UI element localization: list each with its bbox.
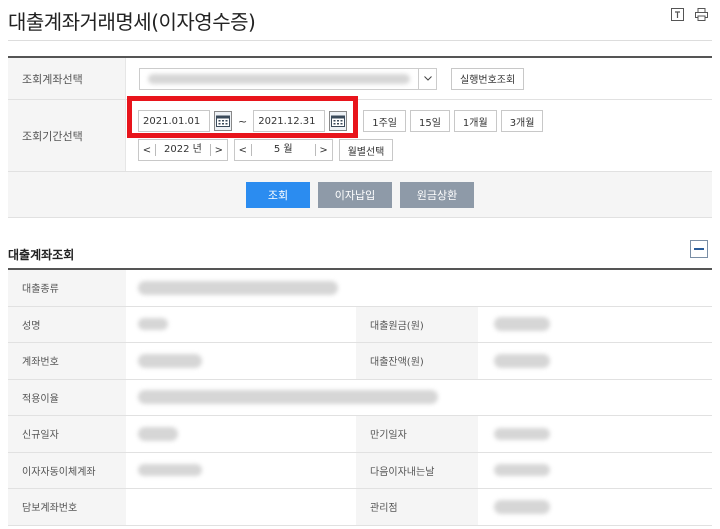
table-row: 신규일자 만기일자	[8, 416, 712, 453]
download-icon[interactable]	[670, 8, 684, 22]
maturity-label: 만기일자	[356, 416, 478, 452]
account-select[interactable]	[139, 67, 437, 90]
serial-search-button[interactable]: 실행번호조회	[451, 67, 525, 90]
header-tools	[670, 8, 708, 22]
minus-icon	[694, 248, 704, 250]
chevron-right-icon[interactable]: >	[316, 145, 332, 156]
masked-value	[494, 464, 550, 477]
table-row: 이자자동이체계좌 다음이자내는날	[8, 452, 712, 489]
next-date-label: 다음이자내는날	[356, 452, 478, 488]
account-no-label: 계좌번호	[8, 343, 126, 379]
chevron-left-icon[interactable]: <	[139, 145, 155, 156]
page-title: 대출계좌거래명세(이자영수증)	[8, 10, 256, 34]
interest-pay-button[interactable]: 이자납입	[318, 181, 392, 208]
section-title: 대출계좌조회	[8, 248, 75, 262]
monthly-select-button[interactable]: 월별선택	[338, 139, 394, 161]
masked-value	[494, 427, 550, 440]
search-button[interactable]: 조회	[246, 181, 310, 208]
month-stepper[interactable]: < 5 월 >	[233, 139, 333, 161]
search-panel: 조회계좌선택 실행번호조회 조회기간선택 2021.01.01 ~ 2021.1…	[8, 56, 712, 218]
auto-transfer-label: 이자자동이체계좌	[8, 452, 126, 488]
table-row: 적용이율	[8, 379, 712, 416]
month-value: 5 월	[250, 144, 316, 156]
chevron-down-icon	[418, 68, 436, 89]
collateral-label: 담보계좌번호	[8, 489, 126, 525]
period-row: 조회기간선택 2021.01.01 ~ 2021.12.31 1주일 15일 1…	[8, 100, 712, 172]
masked-value	[138, 353, 202, 368]
principal-label: 대출원금(원)	[356, 306, 478, 342]
balance-label: 대출잔액(원)	[356, 343, 478, 379]
name-label: 성명	[8, 306, 126, 342]
action-row: 조회 이자납입 원금상환	[8, 172, 712, 218]
quick-15days-button[interactable]: 15일	[409, 110, 450, 132]
table-row: 성명 대출원금(원)	[8, 306, 712, 343]
table-row: 대출종류	[8, 270, 712, 307]
masked-value	[138, 464, 202, 477]
loan-type-label: 대출종류	[8, 270, 126, 306]
quick-1week-button[interactable]: 1주일	[363, 110, 406, 132]
print-icon[interactable]	[694, 8, 708, 22]
table-row: 계좌번호 대출잔액(원)	[8, 343, 712, 380]
year-value: 2022 년	[155, 144, 211, 156]
period-label: 조회기간선택	[8, 100, 126, 171]
chevron-right-icon[interactable]: >	[211, 145, 227, 156]
quick-3months-button[interactable]: 3개월	[500, 110, 544, 132]
open-date-label: 신규일자	[8, 416, 126, 452]
principal-repay-button[interactable]: 원금상환	[400, 181, 474, 208]
quick-1month-button[interactable]: 1개월	[453, 110, 497, 132]
masked-value	[494, 317, 550, 332]
year-stepper[interactable]: < 2022 년 >	[138, 139, 228, 161]
branch-label: 관리점	[356, 489, 478, 525]
date-range-highlight	[127, 96, 358, 138]
account-masked-value	[148, 73, 410, 84]
rate-label: 적용이율	[8, 379, 126, 415]
masked-value	[494, 499, 550, 514]
account-row: 조회계좌선택 실행번호조회	[8, 58, 712, 100]
masked-value	[138, 318, 168, 331]
masked-value	[138, 280, 338, 295]
title-divider	[8, 40, 712, 41]
masked-value	[494, 353, 550, 368]
table-row: 담보계좌번호 관리점	[8, 489, 712, 526]
loan-detail-table: 대출종류 성명 대출원금(원) 계좌번호 대출잔액(원) 적용이율 신규일자 만…	[8, 268, 712, 526]
masked-value	[138, 426, 178, 441]
masked-value	[138, 390, 438, 405]
chevron-left-icon[interactable]: <	[235, 145, 251, 156]
account-label: 조회계좌선택	[8, 58, 126, 99]
collapse-button[interactable]	[690, 240, 708, 258]
